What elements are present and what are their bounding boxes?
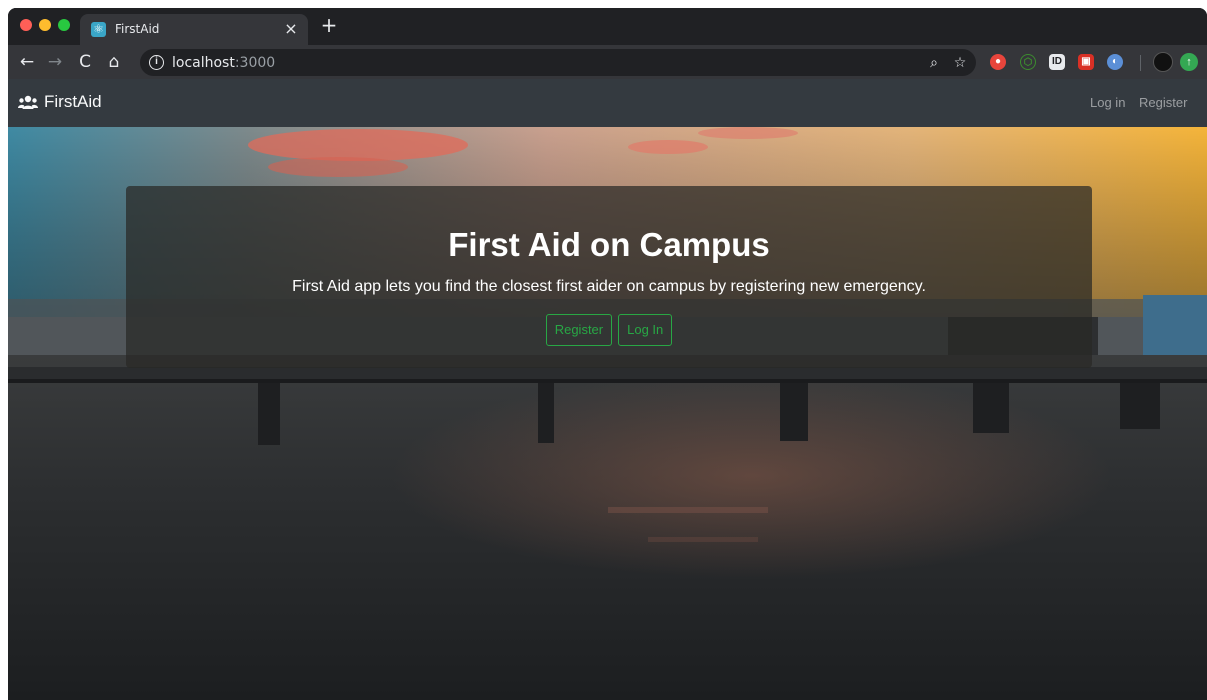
- browser-window: ⚛ FirstAid × + ← → C ⌂ i localhost:3000 …: [8, 8, 1207, 700]
- react-atom-icon: ⚛: [91, 22, 106, 37]
- url-text[interactable]: localhost:3000: [172, 55, 275, 71]
- hero-buttons: Register Log In: [126, 314, 1092, 346]
- ext-red-icon[interactable]: ▣: [1078, 54, 1094, 70]
- site-navbar: FirstAid Log in Register: [8, 79, 1207, 127]
- users-icon: [18, 95, 38, 109]
- id-icon[interactable]: ID: [1049, 54, 1065, 70]
- tab-firstaid[interactable]: ⚛ FirstAid ×: [80, 14, 308, 45]
- page-viewport: FirstAid Log in Register First Aid on Ca…: [8, 79, 1207, 700]
- nav-login-link[interactable]: Log in: [1090, 95, 1125, 110]
- zoom-icon[interactable]: ⌕: [924, 53, 944, 73]
- hero-title: First Aid on Campus: [448, 226, 770, 263]
- ublock-icon[interactable]: ●: [990, 54, 1006, 70]
- node-icon[interactable]: ⬡: [1020, 54, 1036, 70]
- back-icon[interactable]: ←: [16, 51, 38, 73]
- url-port: :3000: [234, 55, 276, 71]
- address-bar[interactable]: i localhost:3000 ⌕ ☆: [140, 49, 976, 76]
- tab-strip: ⚛ FirstAid × +: [8, 8, 1207, 45]
- close-window-button[interactable]: [20, 19, 32, 31]
- home-icon[interactable]: ⌂: [103, 51, 125, 73]
- reload-icon[interactable]: C: [74, 51, 96, 73]
- toolbar-separator: [1140, 55, 1141, 71]
- tab-title: FirstAid: [115, 22, 160, 36]
- browser-toolbar: ← → C ⌂ i localhost:3000 ⌕ ☆ ● ⬡ ID ▣ ◐ …: [8, 45, 1207, 79]
- ext-blue-icon[interactable]: ◐: [1107, 54, 1123, 70]
- url-host: localhost: [172, 55, 235, 71]
- nav-register-link[interactable]: Register: [1139, 95, 1187, 110]
- maximize-window-button[interactable]: [58, 19, 70, 31]
- login-button[interactable]: Log In: [618, 314, 673, 346]
- update-icon[interactable]: ↑: [1180, 53, 1198, 71]
- hero-lead: First Aid app lets you find the closest …: [292, 278, 926, 295]
- minimize-window-button[interactable]: [39, 19, 51, 31]
- site-info-icon[interactable]: i: [149, 55, 164, 70]
- brand-name: FirstAid: [44, 92, 102, 111]
- close-tab-icon[interactable]: ×: [282, 20, 300, 38]
- new-tab-button[interactable]: +: [318, 14, 340, 36]
- hero-jumbotron: First Aid on Campus First Aid app lets y…: [126, 186, 1092, 368]
- profile-avatar[interactable]: [1153, 52, 1173, 72]
- forward-icon[interactable]: →: [44, 51, 66, 73]
- register-button[interactable]: Register: [545, 314, 613, 346]
- bookmark-star-icon[interactable]: ☆: [950, 53, 970, 73]
